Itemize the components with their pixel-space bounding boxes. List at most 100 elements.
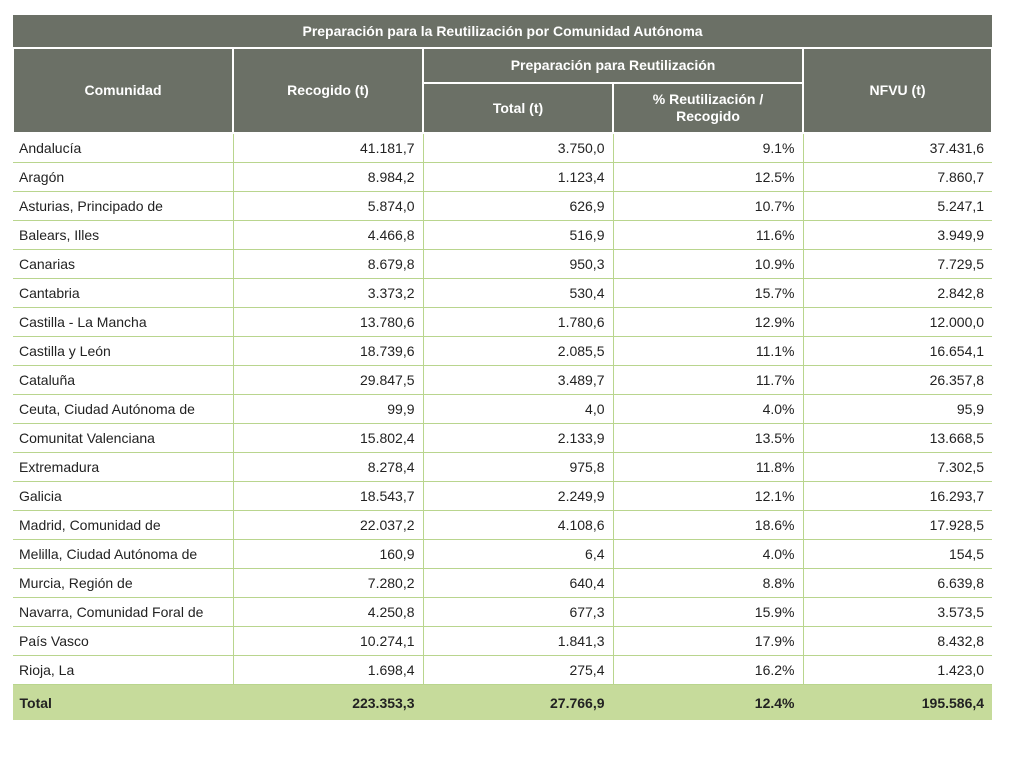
cell-comunidad: Ceuta, Ciudad Autónoma de [13,394,233,424]
cell-pct-reutilizacion: 10.7% [612,191,803,221]
cell-comunidad: Navarra, Comunidad Foral de [13,597,233,627]
cell-total: 516,9 [422,220,613,250]
header-comunidad: Comunidad [12,47,234,134]
cell-pct-reutilizacion: 11.7% [612,365,803,395]
cell-pct-reutilizacion: 8.8% [612,568,803,598]
cell-nfvu: 13.668,5 [802,423,993,453]
cell-total: 640,4 [422,568,613,598]
cell-recogido: 18.739,6 [232,336,423,366]
cell-nfvu: 5.247,1 [802,191,993,221]
header-preparacion-group: Preparación para Reutilización [422,47,804,84]
cell-comunidad: Castilla y León [13,336,233,366]
cell-recogido: 15.802,4 [232,423,423,453]
cell-total: 3.489,7 [422,365,613,395]
table-row: Andalucía 41.181,7 3.750,0 9.1% 37.431,6 [13,133,993,163]
cell-nfvu: 26.357,8 [802,365,993,395]
table-row: Ceuta, Ciudad Autónoma de 99,9 4,0 4.0% 95,9 [13,394,993,424]
table-row: Galicia 18.543,7 2.249,9 12.1% 16.293,7 [13,481,993,511]
cell-pct-reutilizacion: 4.0% [612,539,803,569]
table-row: Balears, Illes 4.466,8 516,9 11.6% 3.949,9 [13,220,993,250]
cell-recogido: 13.780,6 [232,307,423,337]
cell-nfvu: 154,5 [802,539,993,569]
cell-pct-reutilizacion: 12.9% [612,307,803,337]
cell-pct-reutilizacion: 12.5% [612,162,803,192]
cell-total: 2.133,9 [422,423,613,453]
cell-pct-reutilizacion: 15.7% [612,278,803,308]
table-row: Castilla y León 18.739,6 2.085,5 11.1% 16.65… [13,336,993,366]
cell-total: 6,4 [422,539,613,569]
cell-recogido: 18.543,7 [232,481,423,511]
table-row: Murcia, Región de 7.280,2 640,4 8.8% 6.639,8 [13,568,993,598]
cell-total: 1.123,4 [422,162,613,192]
cell-total: 626,9 [422,191,613,221]
table-row: Cataluña 29.847,5 3.489,7 11.7% 26.357,8 [13,365,993,395]
total-preparacion: 27.766,9 [422,684,613,720]
table-body: Andalucía 41.181,7 3.750,0 9.1% 37.431,6 Arag… [13,133,993,685]
cell-total: 2.249,9 [422,481,613,511]
cell-pct-reutilizacion: 12.1% [612,481,803,511]
cell-comunidad: Comunitat Valenciana [13,423,233,453]
cell-total: 3.750,0 [422,133,613,163]
cell-total: 530,4 [422,278,613,308]
cell-nfvu: 7.302,5 [802,452,993,482]
cell-total: 275,4 [422,655,613,685]
cell-comunidad: Extremadura [13,452,233,482]
cell-comunidad: País Vasco [13,626,233,656]
table-row: Extremadura 8.278,4 975,8 11.8% 7.302,5 [13,452,993,482]
cell-comunidad: Asturias, Principado de [13,191,233,221]
header-pct-line2: Recogido [676,108,740,124]
cell-total: 2.085,5 [422,336,613,366]
cell-pct-reutilizacion: 18.6% [612,510,803,540]
cell-total: 4.108,6 [422,510,613,540]
cell-pct-reutilizacion: 4.0% [612,394,803,424]
table-row: Cantabria 3.373,2 530,4 15.7% 2.842,8 [13,278,993,308]
cell-recogido: 3.373,2 [232,278,423,308]
table-row: Madrid, Comunidad de 22.037,2 4.108,6 18.6%… [13,510,993,540]
table-row: Rioja, La 1.698,4 275,4 16.2% 1.423,0 [13,655,993,685]
cell-comunidad: Castilla - La Mancha [13,307,233,337]
cell-comunidad: Melilla, Ciudad Autónoma de [13,539,233,569]
cell-recogido: 41.181,7 [232,133,423,163]
cell-comunidad: Madrid, Comunidad de [13,510,233,540]
reutilizacion-table: Preparación para la Reutilización por Co… [12,15,994,720]
cell-pct-reutilizacion: 11.1% [612,336,803,366]
cell-recogido: 8.679,8 [232,249,423,279]
cell-recogido: 4.466,8 [232,220,423,250]
cell-comunidad: Balears, Illes [13,220,233,250]
table-row: Asturias, Principado de 5.874,0 626,9 10.7%… [13,191,993,221]
cell-pct-reutilizacion: 13.5% [612,423,803,453]
cell-comunidad: Aragón [13,162,233,192]
cell-recogido: 8.984,2 [232,162,423,192]
cell-nfvu: 2.842,8 [802,278,993,308]
cell-nfvu: 16.654,1 [802,336,993,366]
total-recogido: 223.353,3 [232,684,423,720]
cell-nfvu: 16.293,7 [802,481,993,511]
cell-nfvu: 7.860,7 [802,162,993,192]
total-label: Total [12,684,233,720]
cell-total: 4,0 [422,394,613,424]
cell-pct-reutilizacion: 11.8% [612,452,803,482]
cell-comunidad: Galicia [13,481,233,511]
table-title: Preparación para la Reutilización por Co… [13,15,993,49]
cell-pct-reutilizacion: 10.9% [612,249,803,279]
cell-comunidad: Cantabria [13,278,233,308]
cell-comunidad: Murcia, Región de [13,568,233,598]
cell-nfvu: 8.432,8 [802,626,993,656]
cell-nfvu: 1.423,0 [802,655,993,685]
cell-total: 1.841,3 [422,626,613,656]
cell-nfvu: 37.431,6 [802,133,993,163]
cell-pct-reutilizacion: 17.9% [612,626,803,656]
cell-recogido: 7.280,2 [232,568,423,598]
cell-comunidad: Canarias [13,249,233,279]
total-nfvu: 195.586,4 [802,684,993,720]
header-recogido: Recogido (t) [232,47,424,134]
cell-pct-reutilizacion: 9.1% [612,133,803,163]
table-row: País Vasco 10.274,1 1.841,3 17.9% 8.432,8 [13,626,993,656]
cell-pct-reutilizacion: 11.6% [612,220,803,250]
header-pct-line1: % Reutilización / [652,91,764,107]
cell-nfvu: 12.000,0 [802,307,993,337]
table-row: Castilla - La Mancha 13.780,6 1.780,6 12.9%… [13,307,993,337]
reutilizacion-table-container: Preparación para la Reutilización por Co… [12,15,994,720]
table-row: Navarra, Comunidad Foral de 4.250,8 677,3 1… [13,597,993,627]
total-pct: 12.4% [612,684,803,720]
